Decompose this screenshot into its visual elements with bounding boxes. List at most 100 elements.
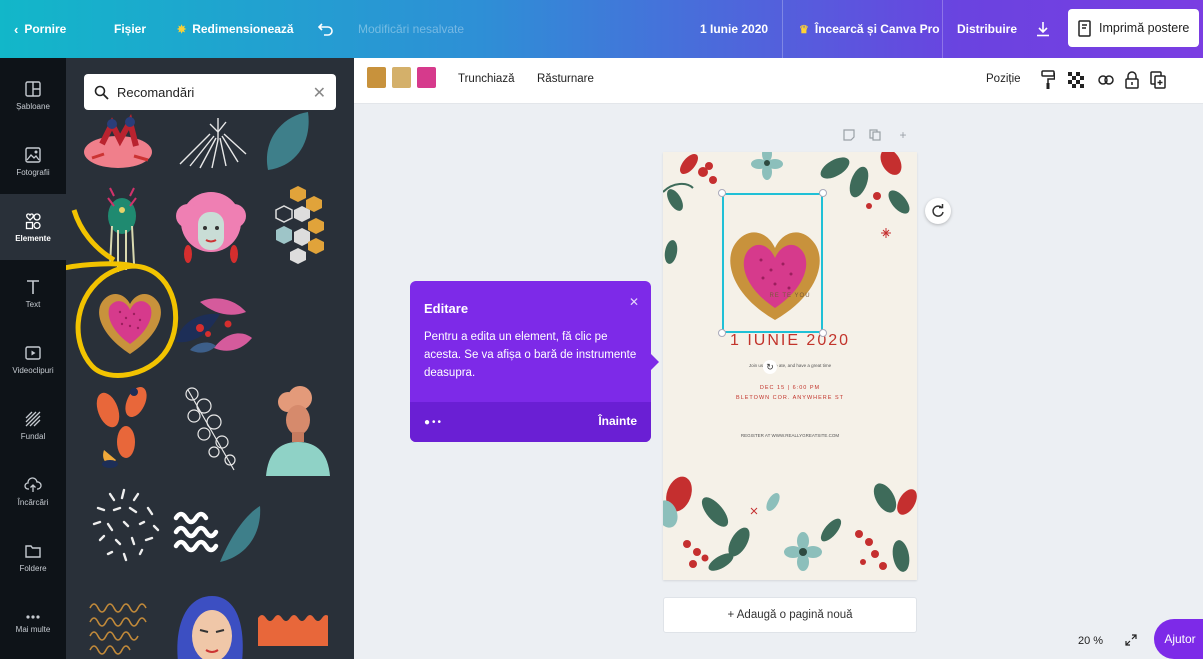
fullscreen-button[interactable] <box>1122 631 1140 649</box>
page-notes-button[interactable] <box>842 128 856 142</box>
poster-date-title[interactable]: 1 IUNIE 2020 <box>663 332 917 350</box>
paint-roller-icon <box>1041 70 1055 89</box>
home-button[interactable]: ‹ Pornire <box>14 0 66 58</box>
rail-item-templates[interactable]: Șabloane <box>0 62 66 128</box>
element-thumbnail-hexagons[interactable] <box>270 184 326 276</box>
more-icon <box>26 614 40 619</box>
try-pro-button[interactable]: ♛ Încearcă și Canva Pro <box>782 0 940 58</box>
element-thumbnail-orange-flowers[interactable] <box>90 380 160 472</box>
link-icon <box>1098 75 1114 85</box>
rail-item-folders[interactable]: Foldere <box>0 524 66 590</box>
color-swatch-3[interactable] <box>417 67 436 88</box>
rail-item-more[interactable]: Mai multe <box>0 590 66 656</box>
rail-item-photos[interactable]: Fotografii <box>0 128 66 194</box>
tooltip-footer: ●•• Înainte <box>410 402 651 442</box>
duplicate-button[interactable] <box>1148 69 1168 91</box>
resize-handle-top-right[interactable] <box>819 189 827 197</box>
rail-label: Elemente <box>15 233 51 243</box>
element-thumbnail-white-flowers[interactable] <box>174 380 248 474</box>
element-thumbnail-woman-green-shirt[interactable] <box>262 384 332 476</box>
tooltip-next-button[interactable]: Înainte <box>598 414 637 428</box>
folder-icon <box>25 544 41 558</box>
lock-icon <box>1125 71 1139 89</box>
expand-icon <box>1125 634 1137 646</box>
rail-label: Încărcări <box>17 497 49 507</box>
text-icon <box>27 279 39 294</box>
tooltip-progress-dots: ●•• <box>424 417 444 428</box>
search-box[interactable]: ✕ <box>84 74 336 110</box>
rail-item-videos[interactable]: Videoclipuri <box>0 326 66 392</box>
search-input[interactable] <box>117 84 307 100</box>
poster-time-text[interactable]: DEC 15 | 6:00 PM <box>663 385 917 391</box>
try-pro-label: Încearcă și Canva Pro <box>814 22 940 36</box>
add-new-page-button[interactable]: + Adaugă o pagină nouă <box>663 597 917 633</box>
poster-address-text[interactable]: BLETOWN COR. ANYWHERE ST <box>663 395 917 401</box>
rail-label: Fundal <box>20 431 46 441</box>
link-button[interactable] <box>1096 69 1116 91</box>
poster-page[interactable]: RE TE YOU 1 IUNIE 2020 Join us to cele a… <box>663 152 917 580</box>
duplicate-page-button[interactable] <box>868 128 882 142</box>
photo-icon <box>25 146 41 163</box>
element-thumbnail-waves-leaf[interactable] <box>170 498 262 570</box>
resize-handle-bottom-left[interactable] <box>718 329 726 337</box>
print-posters-label: Imprimă postere <box>1099 21 1190 35</box>
poster-invite-text[interactable]: Join us to cele ate, and have a great ti… <box>663 363 917 368</box>
element-thumbnail-white-sprinkles[interactable] <box>84 482 166 568</box>
rail-item-background[interactable]: Fundal <box>0 392 66 458</box>
rail-label: Mai multe <box>15 624 51 634</box>
color-swatch-1[interactable] <box>367 67 386 88</box>
document-title[interactable]: 1 Iunie 2020 <box>700 0 768 58</box>
rotate-icon: ↻ <box>766 361 774 372</box>
poster-register-text[interactable]: REGISTER AT WWW.REALLYGREATSITE.COM <box>663 433 917 438</box>
refresh-icon <box>932 204 944 217</box>
tooltip-body: Pentru a edita un element, fă clic pe ac… <box>424 331 637 379</box>
position-button[interactable]: Poziție <box>986 73 1021 85</box>
share-button[interactable]: Distribuire <box>942 0 1017 58</box>
flip-button[interactable]: Răsturnare <box>537 73 594 85</box>
resize-handle-bottom-right[interactable] <box>819 329 827 337</box>
element-thumbnail-blue-hair-woman[interactable] <box>172 592 248 659</box>
element-thumbnail-leaves-berries[interactable] <box>170 292 254 358</box>
element-thumbnail-pink-figures[interactable] <box>82 114 154 170</box>
note-icon <box>843 129 855 141</box>
element-thumbnail-orange-banner[interactable] <box>258 612 328 646</box>
document-title-label: 1 Iunie 2020 <box>700 22 769 36</box>
crop-button[interactable]: Trunchiază <box>458 73 514 85</box>
color-swatch-2[interactable] <box>392 67 411 88</box>
template-icon <box>25 80 41 97</box>
element-thumbnail-teal-leaf[interactable] <box>262 110 312 174</box>
help-button[interactable]: Ajutor <box>1154 619 1203 659</box>
tooltip-close-icon[interactable]: ✕ <box>629 295 639 309</box>
copy-style-button[interactable] <box>1038 69 1058 91</box>
print-posters-button[interactable]: Imprimă postere <box>1068 9 1199 47</box>
transparency-icon <box>1068 72 1084 88</box>
add-page-icon-button[interactable]: + <box>896 128 910 142</box>
rail-item-text[interactable]: Text <box>0 260 66 326</box>
plus-icon: + <box>899 128 907 142</box>
refresh-element-button[interactable] <box>925 198 951 224</box>
download-icon <box>1037 22 1049 37</box>
transparency-button[interactable] <box>1066 69 1086 91</box>
file-menu-button[interactable]: Fișier <box>114 0 146 58</box>
undo-icon <box>318 23 333 36</box>
rotate-handle[interactable]: ↻ <box>763 360 777 374</box>
clear-search-icon[interactable]: ✕ <box>313 83 326 103</box>
undo-button[interactable] <box>318 0 334 58</box>
background-icon <box>25 411 41 426</box>
download-button[interactable] <box>1036 0 1050 58</box>
element-thumbnail-white-palm[interactable] <box>170 114 252 170</box>
top-bar: ‹ Pornire Fișier ✵ Redimensionează Modif… <box>0 0 1203 58</box>
lock-button[interactable] <box>1122 69 1142 91</box>
resize-handle-top-left[interactable] <box>718 189 726 197</box>
video-icon <box>25 345 41 360</box>
chevron-left-icon: ‹ <box>14 21 19 37</box>
rail-item-elements[interactable]: Elemente <box>0 194 66 260</box>
resize-label: Redimensionează <box>192 22 294 36</box>
tooltip-title: Editare <box>424 301 469 316</box>
element-thumbnail-squiggles[interactable] <box>86 592 160 659</box>
poster-behind-text: RE TE YOU <box>769 293 811 299</box>
search-icon <box>94 85 109 100</box>
resize-button[interactable]: ✵ Redimensionează <box>177 0 294 58</box>
rail-item-uploads[interactable]: Încărcări <box>0 458 66 524</box>
zoom-level[interactable]: 20 % <box>1078 635 1103 647</box>
